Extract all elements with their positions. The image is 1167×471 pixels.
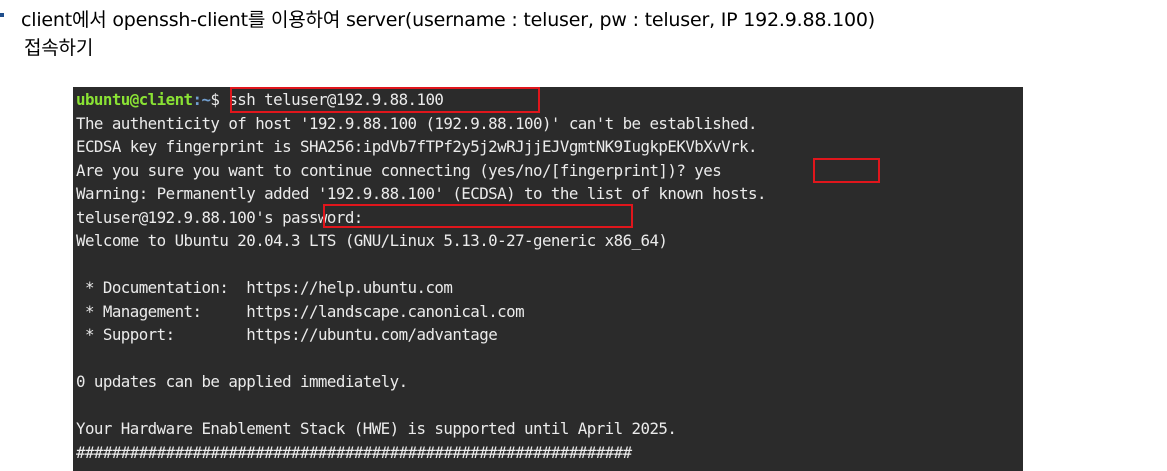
link-label: * Documentation:	[76, 278, 247, 297]
terminal-line-management: * Management: https://landscape.canonica…	[76, 300, 766, 324]
link-label: * Management:	[76, 301, 247, 321]
confirm-prompt: Are you sure you want to continue connec…	[76, 160, 695, 180]
list-bullet	[0, 13, 4, 17]
prompt-symbol: $	[210, 90, 229, 109]
highlight-box-password	[323, 204, 633, 228]
heading-line-2: 접속하기	[24, 37, 94, 59]
highlight-box-command	[230, 87, 540, 113]
terminal-line-fingerprint: ECDSA key fingerprint is SHA256:ipdVb7fT…	[76, 137, 758, 156]
link-label: * Support:	[76, 325, 247, 344]
confirm-answer: yes	[694, 160, 722, 180]
terminal-line-updates: 0 updates can be applied immediately.	[76, 372, 408, 391]
terminal-output: ubuntu@client:~$ ssh teluser@192.9.88.10…	[76, 88, 767, 464]
terminal-line-welcome: Welcome to Ubuntu 20.04.3 LTS (GNU/Linux…	[76, 231, 668, 250]
management-link[interactable]: https://landscape.canonical.com	[246, 302, 524, 321]
page-heading: client에서 openssh-client를 이용하여 server(use…	[21, 6, 875, 62]
prompt-user-host: ubuntu@client	[76, 90, 193, 109]
terminal-line-confirm: Are you sure you want to continue connec…	[76, 159, 766, 183]
terminal-line-hwe: Your Hardware Enablement Stack (HWE) is …	[76, 419, 677, 438]
terminal-line-authenticity: The authenticity of host '192.9.88.100 (…	[76, 113, 758, 133]
support-link[interactable]: https://ubuntu.com/advantage	[246, 325, 497, 344]
terminal-line-warning: Warning: Permanently added '192.9.88.100…	[76, 184, 767, 203]
terminal-line-support: * Support: https://ubuntu.com/advantage	[76, 323, 766, 347]
heading-line-1: client에서 openssh-client를 이용하여 server(use…	[21, 9, 875, 31]
terminal-line-hash-rule: ########################################…	[76, 442, 632, 462]
terminal-window[interactable]: ubuntu@client:~$ ssh teluser@192.9.88.10…	[73, 87, 1023, 471]
prompt-path: :~	[192, 90, 211, 109]
terminal-line-documentation: * Documentation: https://help.ubuntu.com	[76, 276, 766, 300]
highlight-box-yes	[813, 158, 880, 183]
password-prefix: teluser@192.9.88.100's	[76, 207, 283, 227]
documentation-link[interactable]: https://help.ubuntu.com	[246, 278, 453, 297]
